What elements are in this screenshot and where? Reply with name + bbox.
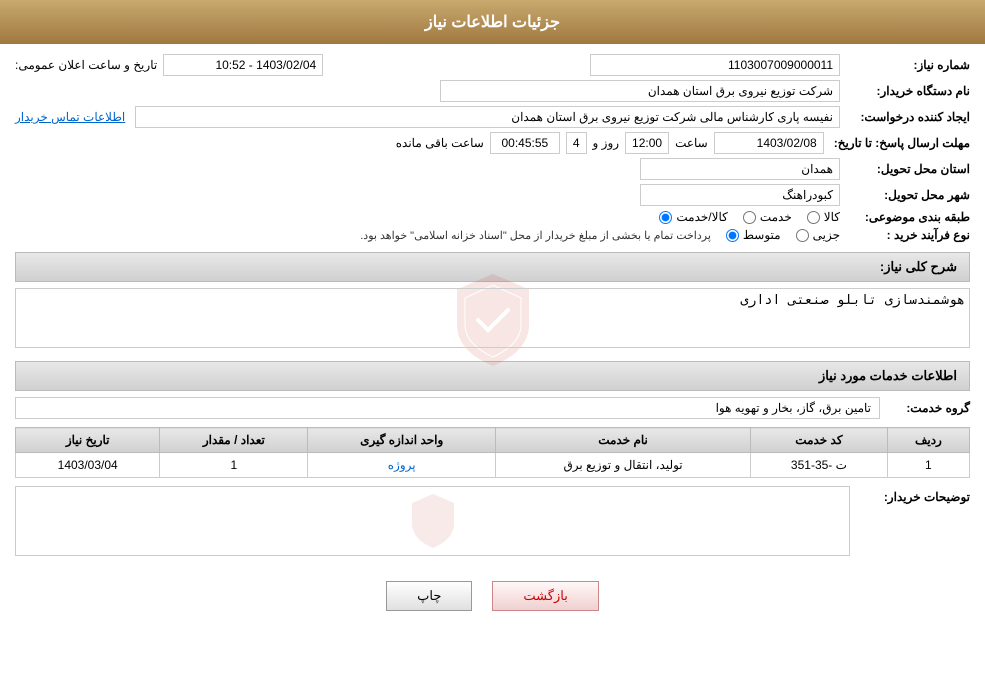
shahr-tahvil-label: شهر محل تحویل: [840, 188, 970, 202]
tarikh-saat-col: 1403/02/04 - 10:52 تاریخ و ساعت اعلان عم… [15, 54, 493, 76]
col-nam: نام خدمت [496, 428, 751, 453]
grohe-khedmat-label: گروه خدمت: [880, 401, 970, 415]
services-table-head: ردیف کد خدمت نام خدمت واحد اندازه گیری ت… [16, 428, 970, 453]
radio-motevasset-input[interactable] [726, 229, 739, 242]
cell-vahed: پروژه [308, 453, 496, 478]
saat-value: 12:00 [625, 132, 669, 154]
ostan-tahvil-value: همدان [640, 158, 840, 180]
watermark-shield-icon-notes [403, 491, 463, 551]
services-table: ردیف کد خدمت نام خدمت واحد اندازه گیری ت… [15, 427, 970, 478]
sharh-kolli-label: شرح کلی نیاز: [880, 259, 957, 274]
cell-tarikh: 1403/03/04 [16, 453, 160, 478]
farayand-note: پرداخت تمام یا بخشی از مبلغ خریدار از مح… [360, 229, 711, 242]
ostan-tahvil-label: استان محل تحویل: [840, 162, 970, 176]
grohe-khedmat-row: گروه خدمت: تامین برق، گاز، بخار و تهویه … [15, 397, 970, 419]
ijad-konande-value: نفیسه پاری کارشناس مالی شرکت توزیع نیروی… [135, 106, 840, 128]
saat-label: ساعت [675, 136, 708, 150]
radio-khedmat-input[interactable] [743, 211, 756, 224]
khadamat-info-title: اطلاعات خدمات مورد نیاز [819, 368, 957, 383]
khedmat-label: خدمت [760, 210, 792, 224]
kala-label: کالا [824, 210, 840, 224]
rooz-label: روز و [593, 136, 620, 150]
mohlat-details: 1403/02/08 ساعت 12:00 روز و 4 00:45:55 س… [396, 132, 824, 154]
radio-kala-khedmat[interactable]: کالا/خدمت [659, 210, 727, 224]
content-area: شماره نیاز: 1103007009000011 1403/02/04 … [0, 44, 985, 636]
nam-dastgah-value: شرکت توزیع نیروی برق استان همدان [440, 80, 840, 102]
sharh-section-title: شرح کلی نیاز: [15, 252, 970, 282]
col-tedad: تعداد / مقدار [160, 428, 308, 453]
row-tabaqe: طبقه بندی موضوعی: کالا خدمت کالا/خدمت [15, 210, 970, 224]
row-navfarayand: نوع فرآیند خرید : جزیی متوسط پرداخت تمام… [15, 228, 970, 242]
row-shomare: شماره نیاز: 1103007009000011 1403/02/04 … [15, 54, 970, 76]
tosifat-box [15, 486, 850, 556]
row-ostan: استان محل تحویل: همدان [15, 158, 970, 180]
back-button[interactable]: بازگشت [492, 581, 598, 611]
jazii-label: جزیی [813, 228, 840, 242]
col-radif: ردیف [887, 428, 969, 453]
sharh-container [15, 288, 970, 351]
shomare-niaz-label: شماره نیاز: [840, 58, 970, 72]
cell-tedad: 1 [160, 453, 308, 478]
rooz-value: 4 [566, 132, 587, 154]
radio-motevasset[interactable]: متوسط [726, 228, 781, 242]
mohlat-ersal-label: مهلت ارسال پاسخ: تا تاریخ: [824, 136, 970, 150]
contact-info-link[interactable]: اطلاعات تماس خریدار [15, 110, 125, 124]
countdown-value: 00:45:55 [490, 132, 560, 154]
row-ijadkonande: ایجاد کننده درخواست: نفیسه پاری کارشناس … [15, 106, 970, 128]
page-container: جزئیات اطلاعات نیاز شماره نیاز: 11030070… [0, 0, 985, 691]
tosifat-label: توضیحات خریدار: [860, 486, 970, 504]
radio-kala[interactable]: کالا [807, 210, 840, 224]
row-mohlat: مهلت ارسال پاسخ: تا تاریخ: 1403/02/08 سا… [15, 132, 970, 154]
services-header-row: ردیف کد خدمت نام خدمت واحد اندازه گیری ت… [16, 428, 970, 453]
print-button[interactable]: چاپ [386, 581, 472, 611]
grohe-khedmat-value: تامین برق، گاز، بخار و تهویه هوا [15, 397, 880, 419]
button-row: بازگشت چاپ [15, 566, 970, 626]
services-table-body: 1 ت -35-351 تولید، انتقال و توزیع برق پر… [16, 453, 970, 478]
kala-khedmat-label: کالا/خدمت [676, 210, 727, 224]
radio-kala-input[interactable] [807, 211, 820, 224]
motevasset-label: متوسط [743, 228, 781, 242]
page-header: جزئیات اطلاعات نیاز [0, 0, 985, 44]
farayand-radio-group: جزیی متوسط [726, 228, 840, 242]
tarikh-saat-label: تاریخ و ساعت اعلان عمومی: [15, 58, 157, 72]
row-shahr: شهر محل تحویل: کبودراهنگ [15, 184, 970, 206]
nav-farayand-label: نوع فرآیند خرید : [840, 228, 970, 242]
tabaqe-bandi-label: طبقه بندی موضوعی: [840, 210, 970, 224]
shomare-niaz-col: شماره نیاز: 1103007009000011 [493, 54, 971, 76]
radio-khedmat[interactable]: خدمت [743, 210, 792, 224]
cell-nam: تولید، انتقال و توزیع برق [496, 453, 751, 478]
cell-radif: 1 [887, 453, 969, 478]
baghimande-label: ساعت باقی مانده [396, 136, 484, 150]
tarikh-value: 1403/02/08 [714, 132, 824, 154]
col-kod: کد خدمت [751, 428, 888, 453]
table-row: 1 ت -35-351 تولید، انتقال و توزیع برق پر… [16, 453, 970, 478]
tabaqe-radio-group: کالا خدمت کالا/خدمت [659, 210, 840, 224]
nam-dastgah-label: نام دستگاه خریدار: [840, 84, 970, 98]
khadamat-section-title: اطلاعات خدمات مورد نیاز [15, 361, 970, 391]
ijad-konande-label: ایجاد کننده درخواست: [840, 110, 970, 124]
radio-jazii-input[interactable] [796, 229, 809, 242]
col-tarikh: تاریخ نیاز [16, 428, 160, 453]
shomare-niaz-value: 1103007009000011 [590, 54, 840, 76]
cell-kod: ت -35-351 [751, 453, 888, 478]
shahr-tahvil-value: کبودراهنگ [640, 184, 840, 206]
radio-kala-khedmat-input[interactable] [659, 211, 672, 224]
sharh-kolli-textarea[interactable] [15, 288, 970, 348]
tarikh-saat-value: 1403/02/04 - 10:52 [163, 54, 323, 76]
page-title: جزئیات اطلاعات نیاز [425, 14, 560, 31]
row-namdastgah: نام دستگاه خریدار: شرکت توزیع نیروی برق … [15, 80, 970, 102]
col-vahed: واحد اندازه گیری [308, 428, 496, 453]
radio-jazii[interactable]: جزیی [796, 228, 840, 242]
buyer-notes-row: توضیحات خریدار: [15, 486, 970, 556]
